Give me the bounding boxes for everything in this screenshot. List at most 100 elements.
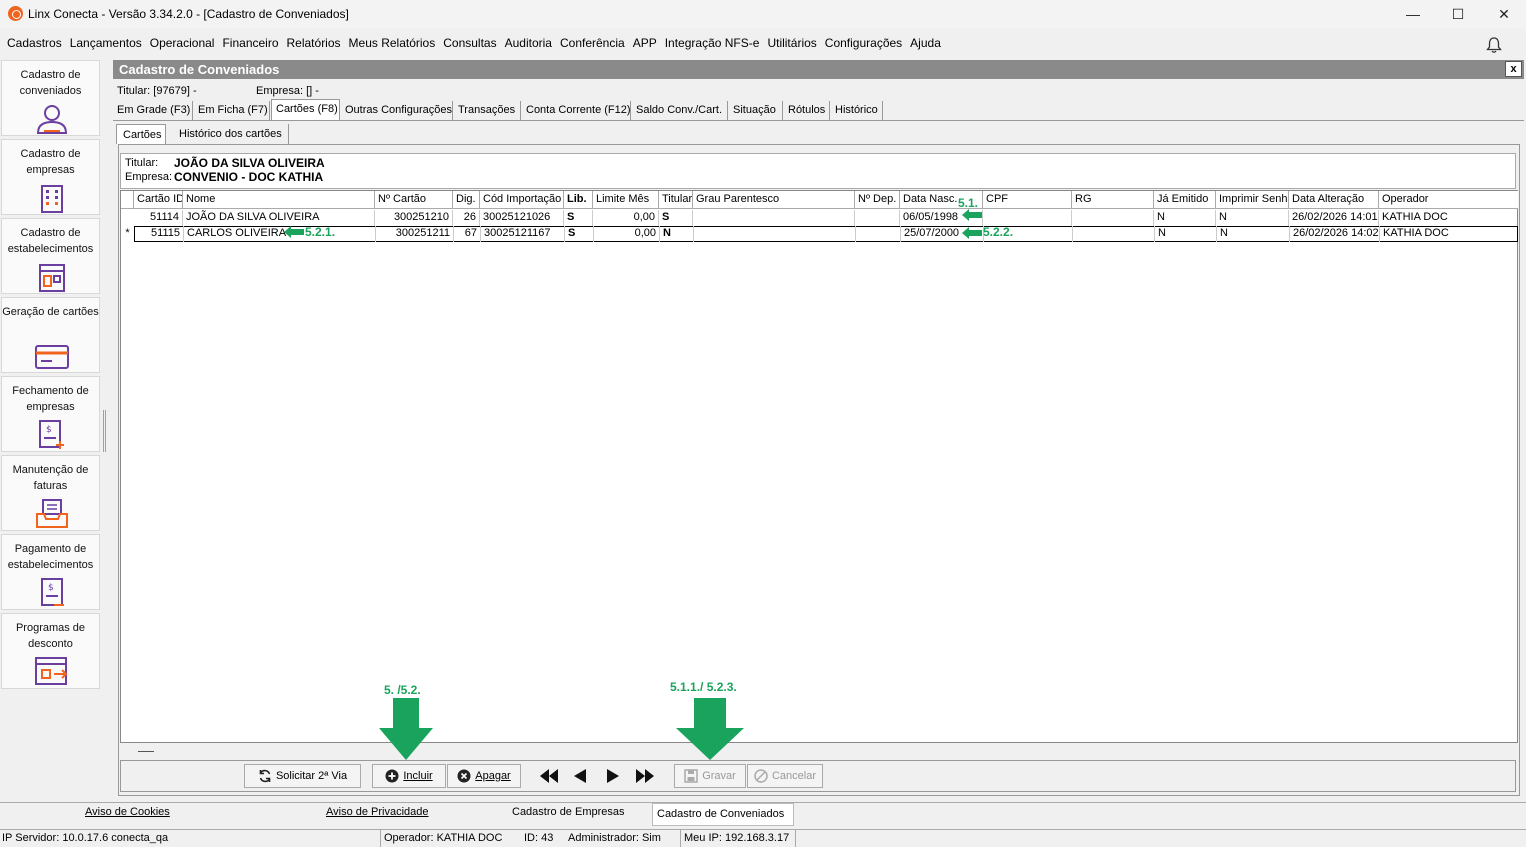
- status-separator: [380, 829, 381, 847]
- tab-rotulos[interactable]: Rótulos: [784, 101, 830, 121]
- col-num-cartao[interactable]: Nº Cartão: [375, 191, 453, 209]
- menu-consultas[interactable]: Consultas: [439, 32, 500, 54]
- col-num-dep[interactable]: Nº Dep.: [855, 191, 900, 209]
- titular-info-box: Titular: JOÃO DA SILVA OLIVEIRA Empresa:…: [120, 153, 1516, 189]
- info-empresa-value: CONVENIO - DOC KATHIA: [174, 170, 324, 184]
- minimize-button[interactable]: —: [1390, 0, 1436, 28]
- svg-text:$: $: [46, 425, 52, 435]
- solicitar-2via-button[interactable]: Solicitar 2ª Via: [244, 764, 361, 788]
- cell-limite-mes: 0,00: [593, 210, 659, 226]
- gravar-button[interactable]: Gravar: [674, 764, 746, 788]
- menu-relatorios[interactable]: Relatórios: [283, 32, 345, 54]
- sidebar-splitter[interactable]: [103, 410, 106, 452]
- menu-meus-relatorios[interactable]: Meus Relatórios: [345, 32, 440, 54]
- subtab-historico-cartoes[interactable]: Histórico dos cartões: [173, 124, 289, 144]
- col-cod-importacao[interactable]: Cód Importação: [480, 191, 564, 209]
- col-dig[interactable]: Dig.: [453, 191, 480, 209]
- col-lib[interactable]: Lib.: [564, 191, 593, 209]
- col-titular[interactable]: Titular: [659, 191, 693, 209]
- cell-data-alteracao: 26/02/2026 14:01: [1289, 210, 1379, 226]
- menu-ajuda[interactable]: Ajuda: [906, 32, 945, 54]
- col-rg[interactable]: RG: [1072, 191, 1154, 209]
- menu-conferencia[interactable]: Conferência: [556, 32, 629, 54]
- annotation-arrow-down-icon: [379, 698, 433, 760]
- cell-data-alteracao: 26/02/2026 14:02: [1290, 226, 1380, 242]
- bell-icon[interactable]: [1485, 36, 1503, 54]
- cell-lib: S: [564, 210, 593, 226]
- status-meu-ip: Meu IP: 192.168.3.17: [684, 832, 790, 844]
- col-imprimir-senha[interactable]: Imprimir Senha: [1216, 191, 1289, 209]
- col-data-alteracao[interactable]: Data Alteração: [1289, 191, 1379, 209]
- tab-transacoes[interactable]: Transações: [454, 101, 521, 121]
- cell-grau-parentesco: [693, 210, 855, 226]
- menu-lancamentos[interactable]: Lançamentos: [66, 32, 146, 54]
- next-record-icon[interactable]: [607, 769, 619, 783]
- row-indicator: [121, 210, 134, 226]
- apagar-button[interactable]: Apagar: [447, 764, 521, 788]
- window-tab-empresas[interactable]: Cadastro de Empresas: [512, 806, 625, 818]
- payment-icon: $: [41, 578, 64, 606]
- cell-operador: KATHIA DOC: [1383, 227, 1449, 239]
- table-row[interactable]: 51114 JOÃO DA SILVA OLIVEIRA 300251210 2…: [134, 210, 1518, 226]
- sidebar-item-programas-desconto[interactable]: Programas de desconto: [1, 613, 100, 689]
- cell-operador: KATHIA DOC: [1382, 211, 1448, 223]
- tab-outras-configuracoes[interactable]: Outras Configurações: [341, 101, 453, 121]
- col-operador[interactable]: Operador: [1379, 191, 1518, 209]
- col-cartao-id[interactable]: Cartão ID: [134, 191, 183, 209]
- menu-configuracoes[interactable]: Configurações: [821, 32, 906, 54]
- maximize-button[interactable]: ☐: [1435, 0, 1481, 28]
- col-cpf[interactable]: CPF: [983, 191, 1072, 209]
- tab-historico[interactable]: Histórico: [831, 101, 883, 121]
- privacidade-link[interactable]: Aviso de Privacidade: [326, 806, 429, 818]
- col-limite-mes[interactable]: Limite Mês: [593, 191, 659, 209]
- close-window-button[interactable]: ✕: [1481, 0, 1526, 28]
- cancelar-button[interactable]: Cancelar: [747, 764, 823, 788]
- refresh-icon: [259, 769, 271, 783]
- sidebar-item-conveniados[interactable]: Cadastro de conveniados: [1, 60, 100, 136]
- first-record-icon[interactable]: [540, 769, 558, 783]
- delete-circle-icon: [457, 769, 471, 783]
- panel-close-button[interactable]: x: [1505, 61, 1522, 77]
- col-ja-emitido[interactable]: Já Emitido: [1154, 191, 1216, 209]
- col-grau-parentesco[interactable]: Grau Parentesco: [693, 191, 855, 209]
- menu-utilitarios[interactable]: Utilitários: [763, 32, 820, 54]
- sidebar-item-fechamento-empresas[interactable]: Fechamento de empresas $: [1, 376, 100, 452]
- table-row-selected[interactable]: 51115 CARLOS OLIVEIRA 300251211 67 30025…: [134, 226, 1518, 242]
- cell-titular: N: [660, 226, 694, 242]
- cell-ja-emitido: N: [1155, 226, 1217, 242]
- tab-conta-corrente[interactable]: Conta Corrente (F12): [522, 101, 631, 121]
- menu-app[interactable]: APP: [629, 32, 661, 54]
- annotation-5-5-2: 5. /5.2.: [384, 683, 421, 697]
- sidebar-item-manutencao-faturas[interactable]: Manutenção de faturas: [1, 455, 100, 531]
- sidebar-item-estabelecimentos[interactable]: Cadastro de estabelecimentos: [1, 218, 100, 294]
- sidebar-item-geracao-cartoes[interactable]: Geração de cartões: [1, 297, 100, 373]
- tab-saldo-conv-cart[interactable]: Saldo Conv./Cart.: [632, 101, 728, 121]
- tab-cartoes[interactable]: Cartões (F8): [271, 99, 340, 121]
- menu-operacional[interactable]: Operacional: [146, 32, 219, 54]
- tab-em-grade[interactable]: Em Grade (F3): [113, 101, 193, 121]
- menu-integracao-nfse[interactable]: Integração NFS-e: [661, 32, 764, 54]
- sidebar-item-pagamento-estabelecimentos[interactable]: Pagamento de estabelecimentos $: [1, 534, 100, 610]
- cell-num-dep: [856, 226, 901, 242]
- card-icon: [35, 345, 69, 369]
- cell-cpf: [983, 210, 1072, 226]
- sidebar-item-empresas[interactable]: Cadastro de empresas: [1, 139, 100, 215]
- last-record-icon[interactable]: [636, 769, 654, 783]
- tab-situacao[interactable]: Situação: [729, 101, 783, 121]
- menu-financeiro[interactable]: Financeiro: [218, 32, 282, 54]
- subtab-cartoes[interactable]: Cartões: [116, 124, 166, 144]
- window-tab-conveniados[interactable]: Cadastro de Conveniados: [657, 808, 784, 820]
- incluir-button[interactable]: Incluir: [372, 764, 446, 788]
- menu-cadastros[interactable]: Cadastros: [0, 32, 66, 54]
- annotation-5-2-2: 5.2.2.: [983, 225, 1014, 239]
- grid-footer-marker: [138, 751, 154, 752]
- cell-num-cartao: 300251211: [376, 226, 454, 242]
- status-operador: Operador: KATHIA DOC: [384, 832, 503, 844]
- col-nome[interactable]: Nome: [183, 191, 375, 209]
- tab-em-ficha[interactable]: Em Ficha (F7): [194, 101, 270, 121]
- solicitar-2via-label: Solicitar 2ª Via: [275, 770, 348, 782]
- menu-auditoria[interactable]: Auditoria: [501, 32, 556, 54]
- cell-ja-emitido: N: [1154, 210, 1216, 226]
- cookies-link[interactable]: Aviso de Cookies: [85, 806, 170, 818]
- previous-record-icon[interactable]: [574, 769, 586, 783]
